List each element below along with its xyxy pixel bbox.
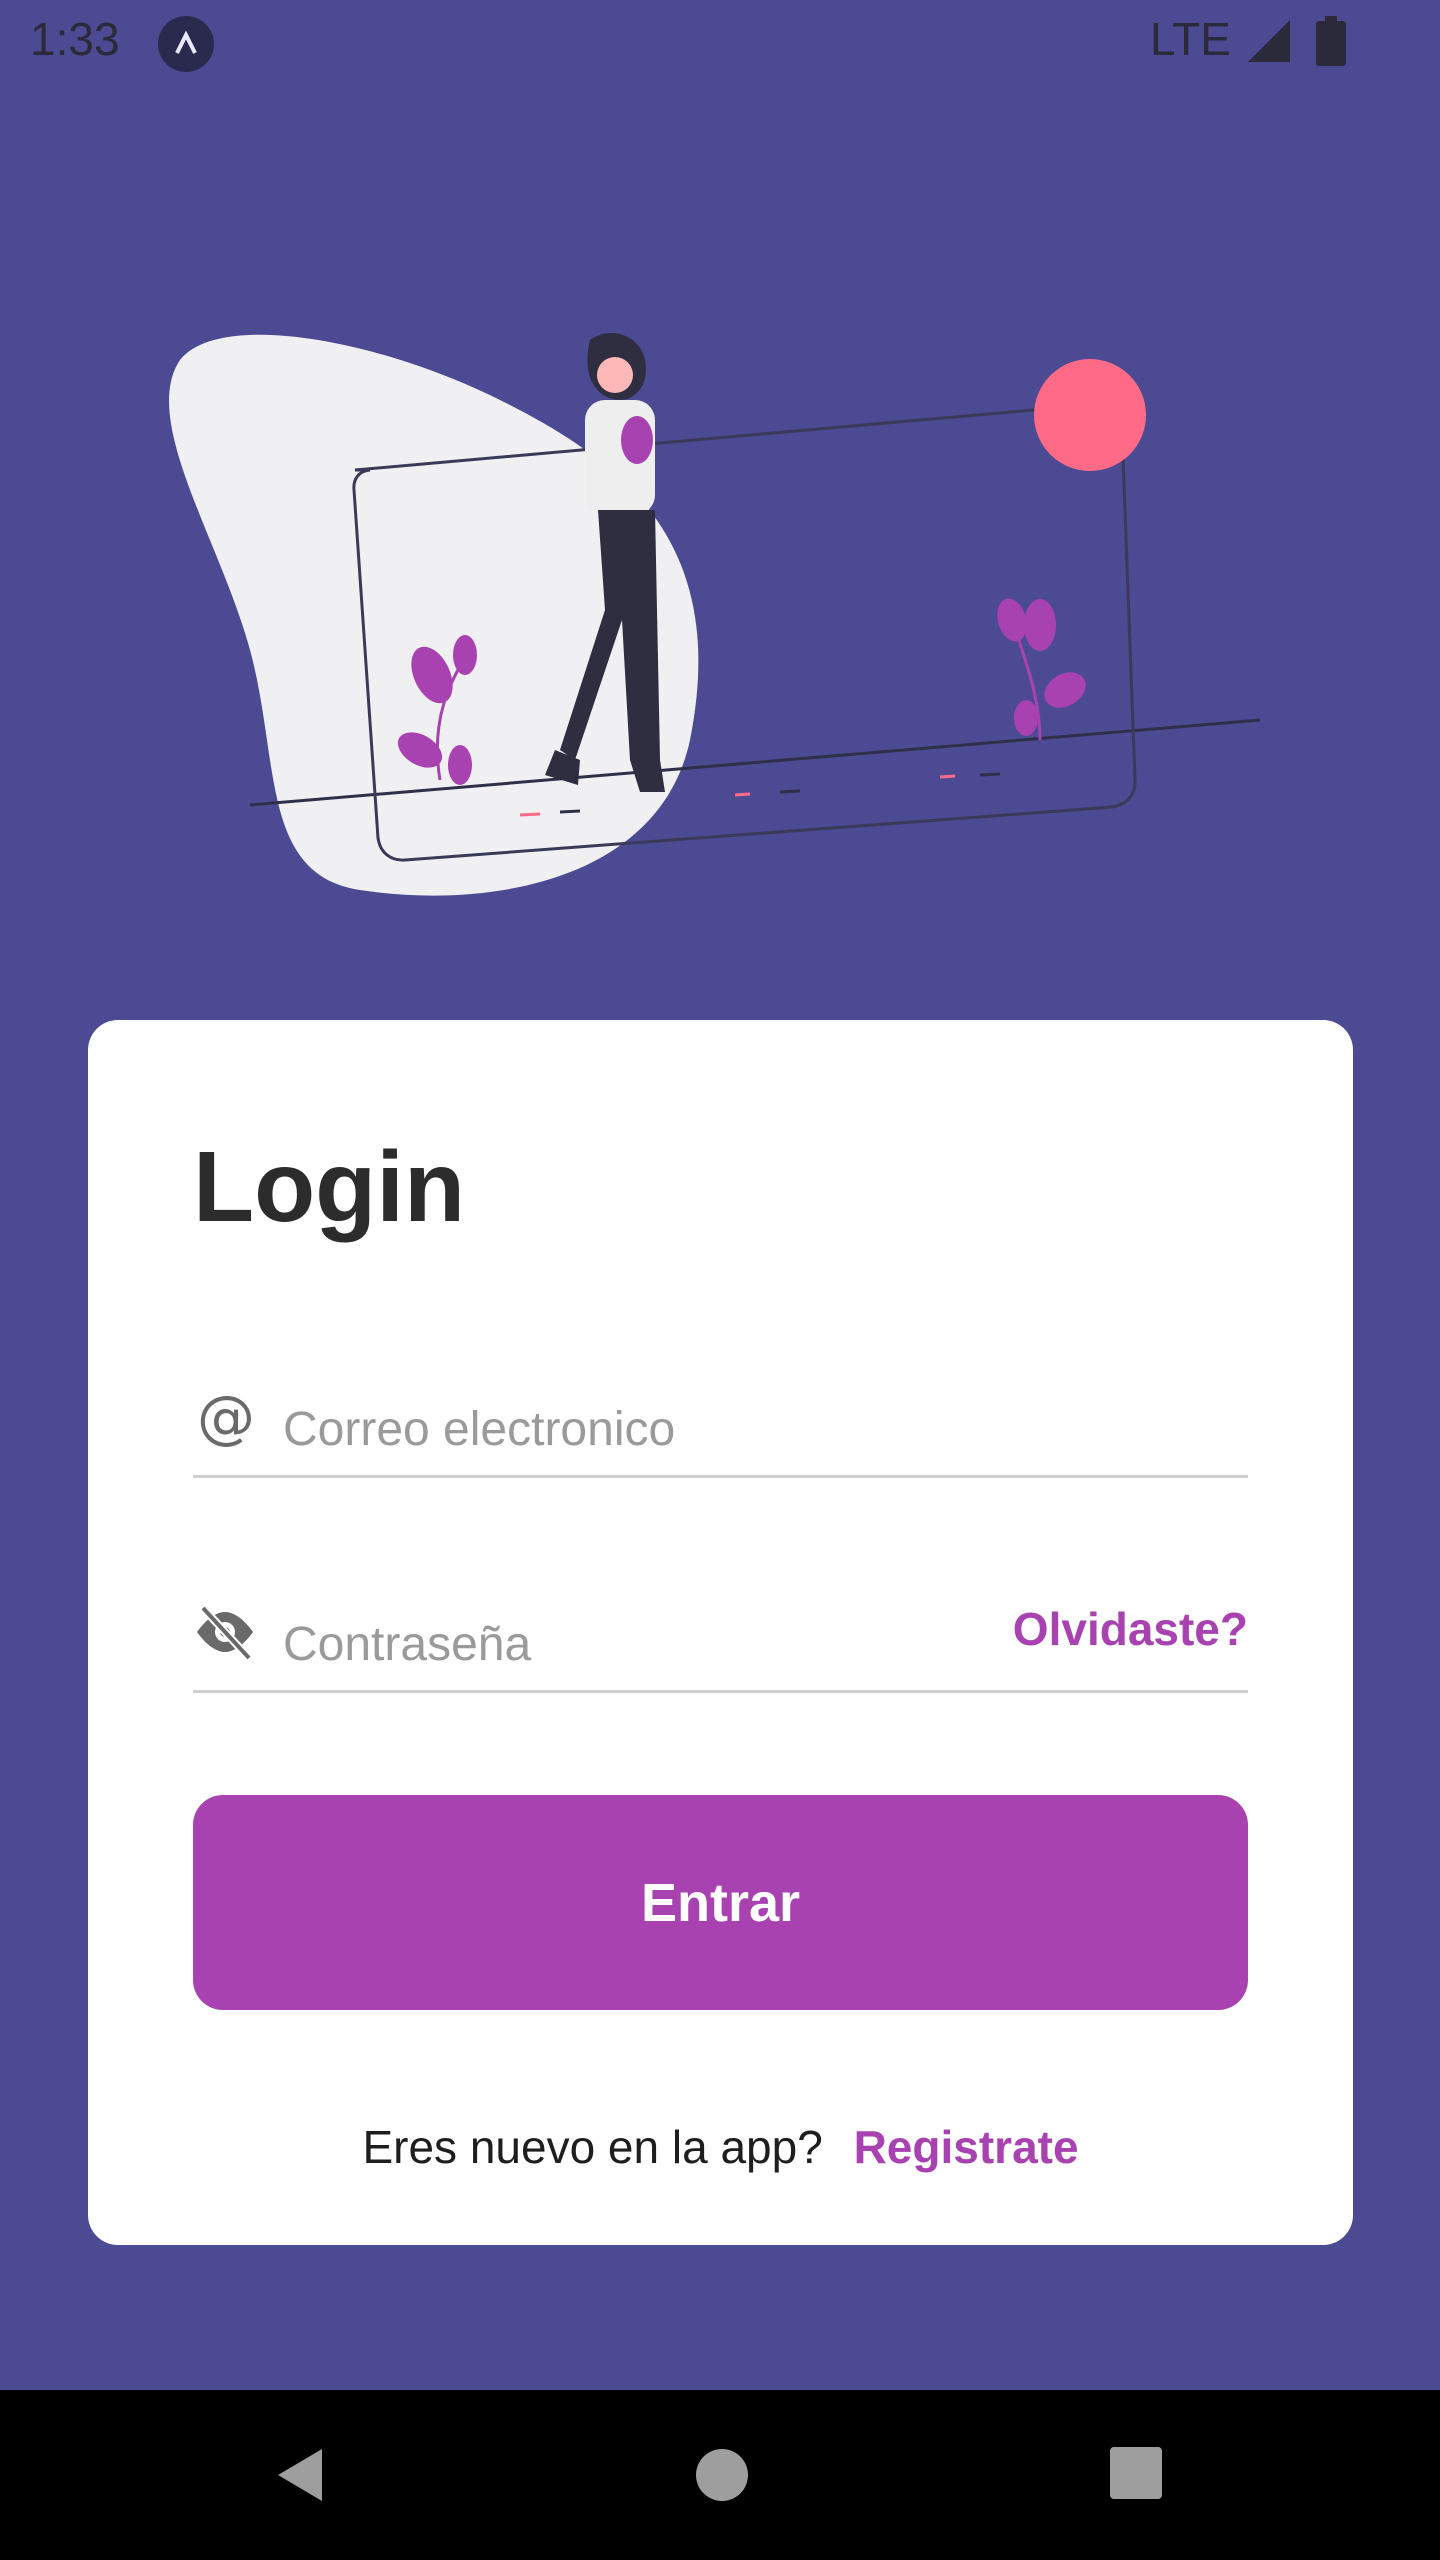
at-icon: @ [193, 1383, 257, 1451]
signal-icon [1246, 18, 1292, 75]
status-bar: 1:33 LTE [0, 0, 1440, 84]
network-type: LTE [1150, 13, 1231, 65]
plant-right [997, 598, 1086, 741]
page-title: Login [193, 1131, 466, 1243]
login-card: Login @ Olvidaste? Entrar Eres nuevo en … [88, 1020, 1353, 2245]
hero-illustration [160, 320, 1280, 920]
forgot-password-link[interactable]: Olvidaste? [1013, 1602, 1248, 1656]
caret-up-icon [158, 16, 214, 72]
password-input[interactable] [281, 1608, 985, 1680]
register-link[interactable]: Registrate [854, 2121, 1079, 2173]
status-time: 1:33 [30, 13, 120, 65]
password-field: Olvidaste? [193, 1560, 1248, 1693]
email-field: @ [193, 1345, 1248, 1478]
home-circle-icon[interactable] [692, 2445, 752, 2510]
sun-circle [1034, 359, 1146, 471]
navigation-bar [0, 2390, 1440, 2560]
register-row: Eres nuevo en la app? Registrate [88, 2120, 1353, 2174]
battery-icon [1316, 16, 1346, 77]
eye-off-icon[interactable] [193, 1600, 257, 1664]
register-prompt: Eres nuevo en la app? [362, 2121, 823, 2173]
svg-text:@: @ [197, 1385, 255, 1449]
recents-square-icon[interactable] [1108, 2445, 1164, 2506]
login-button[interactable]: Entrar [193, 1795, 1248, 2010]
back-triangle-icon[interactable] [270, 2445, 330, 2510]
email-input[interactable] [281, 1393, 985, 1465]
